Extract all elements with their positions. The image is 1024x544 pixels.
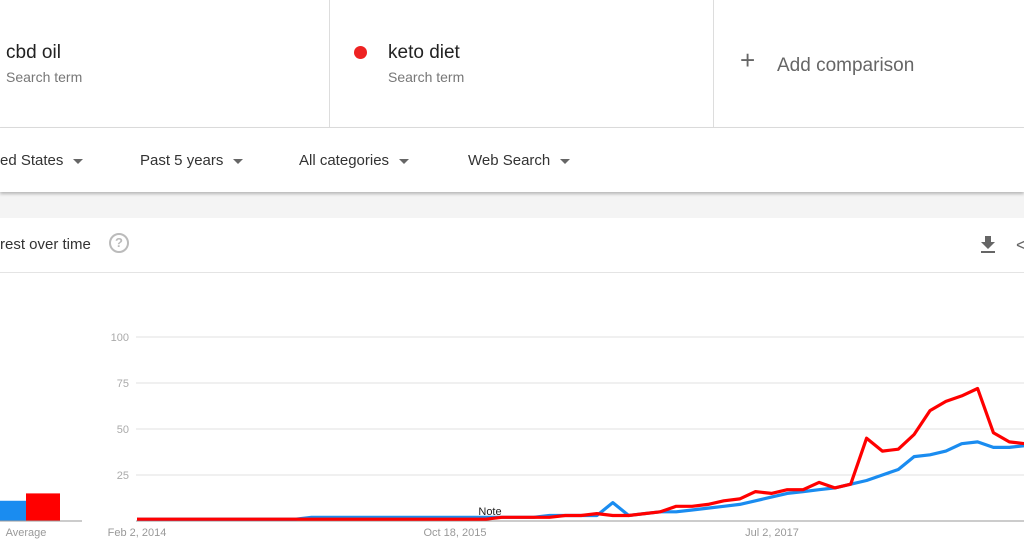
- caret-down-icon: [560, 158, 571, 164]
- time-range-label: Past 5 years: [140, 152, 224, 169]
- filter-bar: ed States Past 5 years All categories We…: [0, 128, 1024, 192]
- caret-down-icon: [399, 158, 410, 164]
- y-tick-label: 100: [111, 332, 129, 344]
- series-line-cbd-oil: [137, 440, 1024, 521]
- caret-down-icon: [233, 158, 244, 164]
- series-line-keto-diet: [137, 386, 1024, 521]
- y-tick-label: 25: [117, 470, 129, 482]
- time-range-dropdown[interactable]: Past 5 years: [140, 152, 244, 169]
- region-label: ed States: [0, 152, 64, 169]
- note-annotation: Note: [478, 506, 501, 518]
- category-dropdown[interactable]: All categories: [299, 152, 410, 169]
- average-bar-cbd-oil: [0, 500, 26, 521]
- average-label: Average: [6, 527, 47, 539]
- y-tick-label: 75: [117, 378, 129, 390]
- search-type-dropdown[interactable]: Web Search: [468, 152, 571, 169]
- y-tick-label: 50: [117, 424, 129, 436]
- category-label: All categories: [299, 152, 390, 169]
- average-bar-keto-diet: [26, 493, 60, 521]
- caret-down-icon: [73, 158, 84, 164]
- region-dropdown[interactable]: ed States: [0, 152, 84, 169]
- x-tick-label: Jul 2, 2017: [745, 527, 799, 539]
- x-tick-label: Feb 2, 2014: [108, 527, 167, 539]
- x-tick-label: Oct 18, 2015: [424, 527, 487, 539]
- search-type-label: Web Search: [468, 152, 551, 169]
- line-chart: 25 50 75 100 Feb 2, 2014 Oct 18, 2015 Jul 2, 2…: [0, 332, 1024, 539]
